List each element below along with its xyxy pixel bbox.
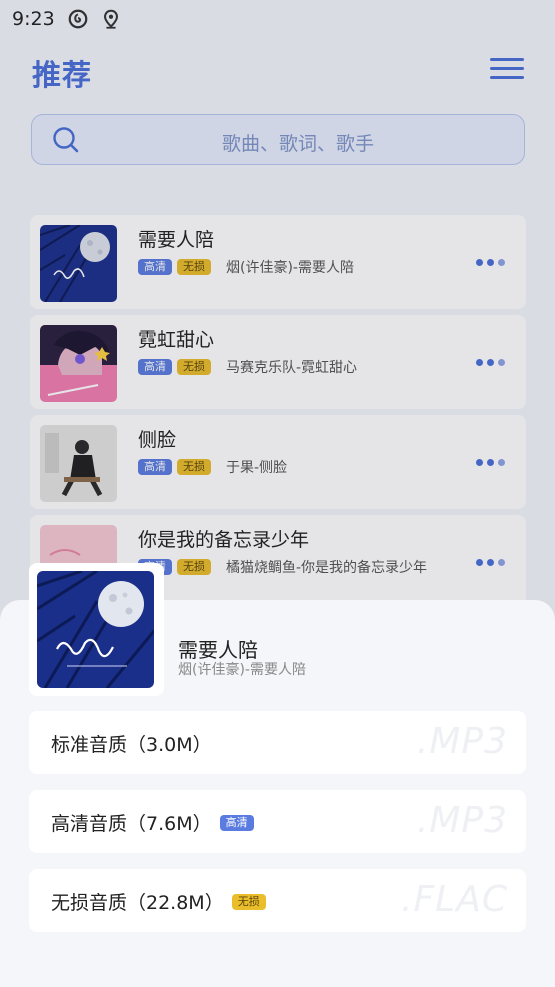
format-watermark: .MP3 — [416, 800, 508, 841]
quality-option-standard[interactable]: 标准音质（3.0M） .MP3 — [29, 711, 526, 774]
moon-night-cover-icon — [37, 571, 154, 688]
quality-label: 无损音质（22.8M） — [51, 892, 224, 914]
hd-badge: 高清 — [219, 814, 254, 831]
quality-option-lossless[interactable]: 无损音质（22.8M） 无损 .FLAC — [29, 869, 526, 932]
quality-label: 标准音质（3.0M） — [51, 734, 212, 756]
quality-option-hd[interactable]: 高清音质（7.6M） 高清 .MP3 — [29, 790, 526, 853]
sheet-cover-frame — [29, 563, 164, 696]
quality-label: 高清音质（7.6M） — [51, 813, 212, 835]
sheet-song-artist: 烟(许佳豪)-需要人陪 — [178, 662, 306, 678]
format-watermark: .MP3 — [416, 721, 508, 762]
format-watermark: .FLAC — [401, 879, 508, 920]
lossless-badge: 无损 — [231, 893, 266, 910]
